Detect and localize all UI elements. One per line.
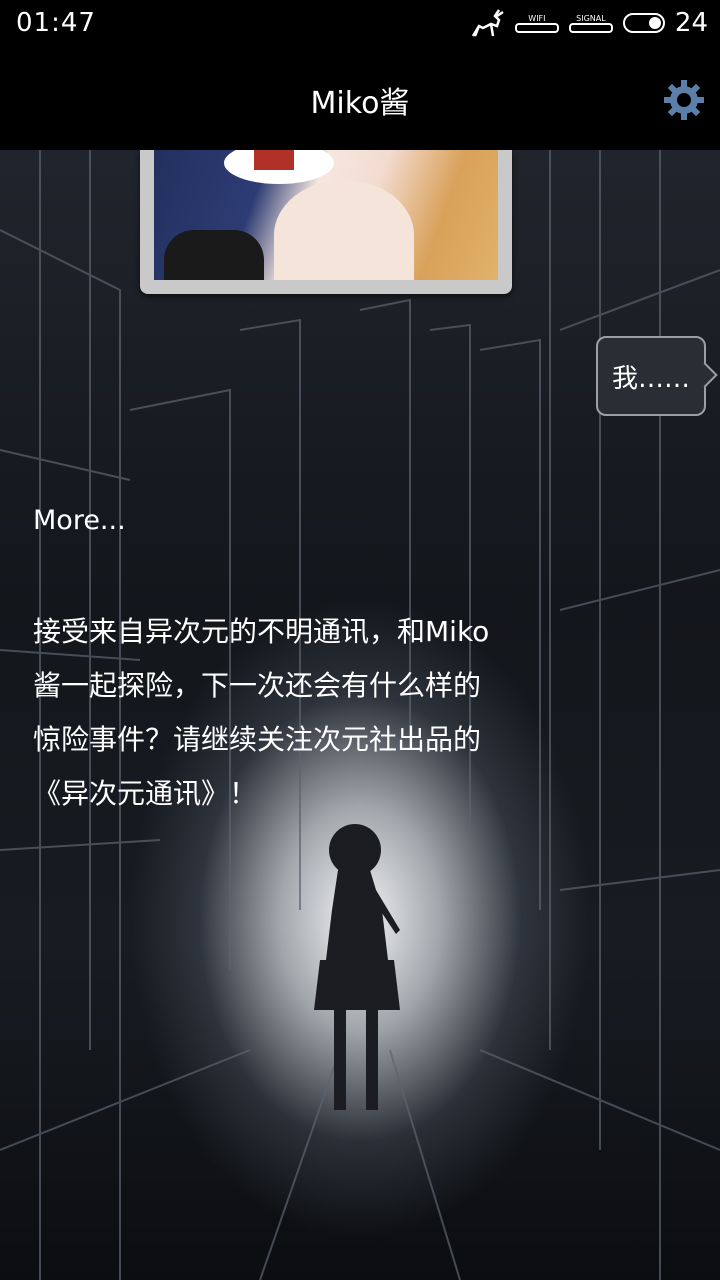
- signal-icon: SIGNAL: [568, 14, 613, 33]
- story-message-text: 接受来自异次元的不明通讯，和Miko 酱一起探险，下一次还会有什么样的 惊险事件…: [33, 615, 490, 810]
- status-bar: 01:47 WIFI SIGNAL 24: [0, 0, 720, 50]
- user-message-text: 我……: [612, 363, 691, 394]
- battery-icon: [622, 13, 665, 33]
- more-link[interactable]: More...: [33, 505, 126, 536]
- status-time: 01:47: [16, 8, 96, 38]
- shared-photo: [154, 150, 498, 280]
- status-icons: WIFI SIGNAL 24: [469, 6, 708, 40]
- battery-level: 24: [674, 8, 708, 38]
- wifi-icon: WIFI: [514, 14, 559, 33]
- user-message-bubble: 我……: [596, 336, 707, 416]
- title-bar: Miko酱: [0, 50, 720, 150]
- deer-logo-icon: [471, 9, 504, 37]
- chat-scene: 我…… More... 接受来自异次元的不明通讯，和Miko 酱一起探险，下一次…: [0, 150, 720, 1280]
- image-message-card[interactable]: [140, 150, 512, 294]
- girl-silhouette: [314, 824, 400, 1110]
- page-title: Miko酱: [310, 86, 410, 121]
- settings-gear-icon[interactable]: [662, 78, 706, 122]
